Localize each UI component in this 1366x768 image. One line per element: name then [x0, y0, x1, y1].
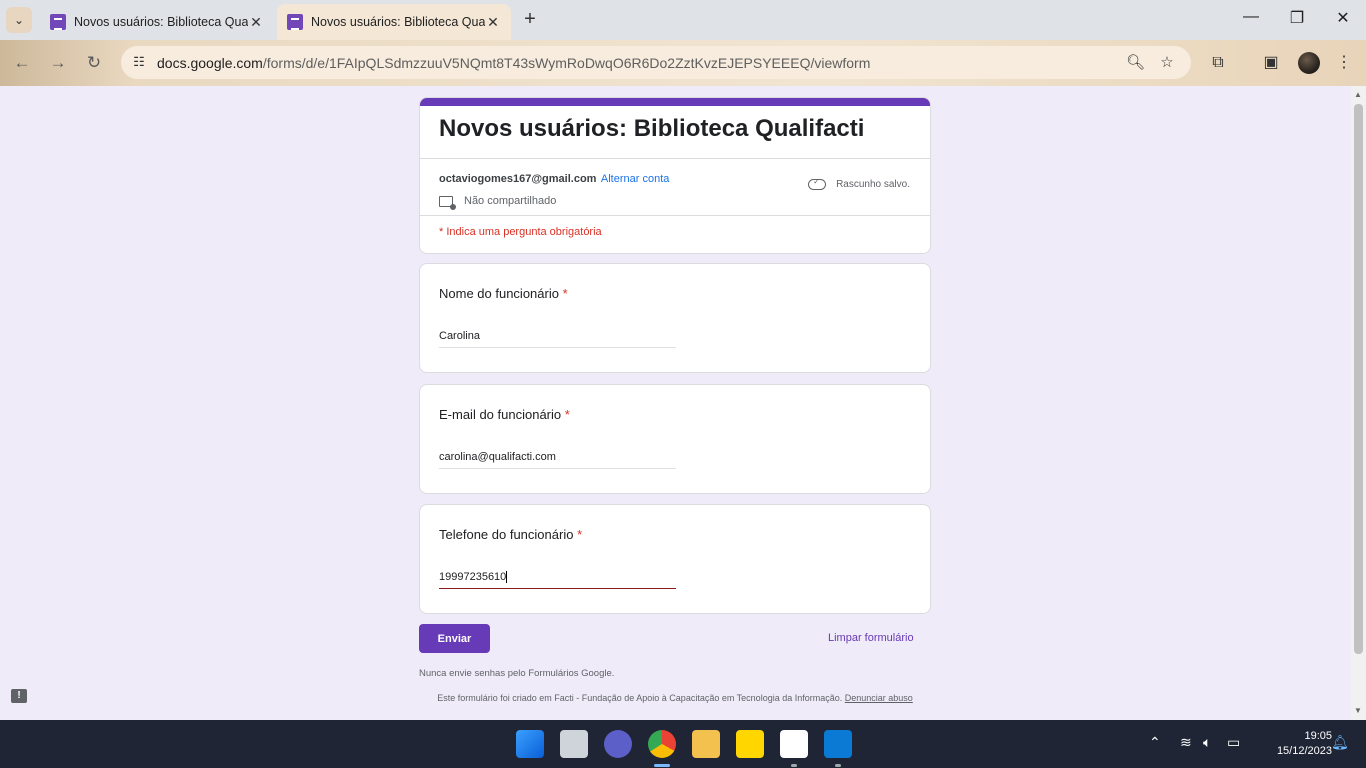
page-content: ▲ ▼ Novos usuários: Biblioteca Qualifact…	[0, 86, 1366, 720]
side-panel-icon[interactable]: ▣	[1260, 52, 1282, 74]
extensions-icon[interactable]: ⧉	[1207, 52, 1229, 74]
google-forms-favicon-icon	[287, 14, 303, 30]
browser-tab-bar: ⌄ Novos usuários: Biblioteca Quali ✕ Nov…	[0, 0, 1366, 40]
name-input[interactable]: Carolina	[439, 328, 676, 348]
profile-avatar[interactable]	[1298, 52, 1320, 74]
header-accent-bar	[420, 98, 930, 106]
scroll-down-icon[interactable]: ▼	[1354, 706, 1362, 715]
address-bar[interactable]: ☷ docs.google.com/forms/d/e/1FAIpQLSdmzz…	[121, 46, 1191, 79]
scroll-up-icon[interactable]: ▲	[1354, 90, 1362, 99]
clock-time: 19:05	[1304, 730, 1332, 742]
scrollbar[interactable]: ▲ ▼	[1351, 86, 1366, 720]
more-menu-icon[interactable]: ⋮	[1333, 52, 1355, 74]
vscode-icon[interactable]	[824, 730, 852, 758]
tab-close-icon[interactable]: ✕	[248, 14, 264, 31]
new-tab-button[interactable]: +	[518, 8, 542, 32]
running-app-indicator	[791, 764, 797, 767]
browser-tab-1[interactable]: Novos usuários: Biblioteca Quali ✕	[40, 4, 274, 40]
question-card-name: Nome do funcionário * Carolina	[419, 263, 931, 373]
report-abuse-link[interactable]: Denunciar abuso	[845, 693, 913, 703]
question-card-email: E-mail do funcionário * carolina@qualifa…	[419, 384, 931, 494]
forward-icon[interactable]: →	[46, 51, 70, 75]
bookmark-star-icon[interactable]: ☆	[1158, 54, 1176, 72]
reload-icon[interactable]: ↻	[82, 51, 106, 75]
notion-icon[interactable]	[780, 730, 808, 758]
phone-input[interactable]: 19997235610	[439, 569, 676, 589]
tab-search-chevron-icon[interactable]: ⌄	[6, 7, 32, 33]
show-hidden-icons-chevron-icon[interactable]: ⌃	[1149, 734, 1161, 751]
tab-close-icon[interactable]: ✕	[485, 14, 501, 31]
form-title: Novos usuários: Biblioteca Qualifacti	[439, 115, 865, 142]
footer-note: Este formulário foi criado em Facti - Fu…	[437, 693, 913, 703]
browser-tab-2[interactable]: Novos usuários: Biblioteca Qual ✕	[277, 4, 511, 40]
email-input[interactable]: carolina@qualifacti.com	[439, 449, 676, 469]
restore-icon[interactable]: ❐	[1274, 8, 1320, 32]
minimize-icon[interactable]: —	[1228, 8, 1274, 32]
site-info-icon[interactable]: ☷	[131, 54, 147, 70]
draft-status-label: Rascunho salvo.	[836, 179, 910, 190]
wifi-icon[interactable]: ≋	[1180, 734, 1192, 751]
url-text: docs.google.com/forms/d/e/1FAIpQLSdmzzuu…	[157, 55, 871, 71]
form-header-card: Novos usuários: Biblioteca Qualifacti oc…	[419, 97, 931, 254]
question-title: Telefone do funcionário *	[439, 527, 583, 542]
clock-date: 15/12/2023	[1276, 745, 1332, 757]
back-icon[interactable]: ←	[10, 51, 34, 75]
question-card-phone: Telefone do funcionário * 19997235610	[419, 504, 931, 614]
teams-chat-icon[interactable]	[604, 730, 632, 758]
windows-taskbar: ⌃ ≋ 🔈︎ ▭ 19:05 15/12/2023 🔔︎	[0, 720, 1366, 768]
feedback-icon[interactable]: !	[11, 689, 27, 703]
zoom-icon[interactable]: 🔍︎	[1126, 54, 1145, 72]
text-caret	[506, 571, 508, 584]
file-explorer-icon[interactable]	[692, 730, 720, 758]
sticky-notes-icon[interactable]	[736, 730, 764, 758]
account-email: octaviogomes167@gmail.com	[439, 173, 597, 185]
task-view-icon[interactable]	[560, 730, 588, 758]
notifications-bell-icon[interactable]: 🔔︎	[1331, 734, 1349, 751]
account-row: octaviogomes167@gmail.com Alternar conta…	[420, 159, 930, 215]
clear-form-link[interactable]: Limpar formulário	[828, 632, 914, 644]
cloud-saved-icon	[808, 177, 827, 190]
close-window-icon[interactable]: ✕	[1320, 8, 1366, 32]
required-note: * Indica uma pergunta obrigatória	[439, 226, 602, 238]
volume-icon[interactable]: 🔈︎	[1203, 734, 1211, 751]
active-app-indicator	[654, 764, 670, 767]
draft-status: Rascunho salvo.	[808, 177, 910, 190]
scrollbar-thumb[interactable]	[1354, 104, 1363, 654]
google-forms-favicon-icon	[50, 14, 66, 30]
chrome-icon[interactable]	[648, 730, 676, 758]
battery-icon[interactable]: ▭	[1227, 734, 1240, 751]
submit-button[interactable]: Enviar	[419, 624, 490, 653]
running-app-indicator	[835, 764, 841, 767]
tab-title: Novos usuários: Biblioteca Qual	[311, 15, 485, 29]
question-title: Nome do funcionário *	[439, 286, 568, 301]
browser-toolbar: ← → ↻ ☷ docs.google.com/forms/d/e/1FAIpQ…	[0, 40, 1366, 86]
not-shared-label: Não compartilhado	[464, 195, 557, 207]
tab-title: Novos usuários: Biblioteca Quali	[74, 15, 248, 29]
switch-account-link[interactable]: Alternar conta	[601, 173, 669, 185]
clock[interactable]: 19:05 15/12/2023	[1252, 729, 1332, 759]
start-icon[interactable]	[516, 730, 544, 758]
mail-not-shared-icon	[439, 195, 456, 210]
password-warning: Nunca envie senhas pelo Formulários Goog…	[419, 668, 615, 679]
question-title: E-mail do funcionário *	[439, 407, 570, 422]
